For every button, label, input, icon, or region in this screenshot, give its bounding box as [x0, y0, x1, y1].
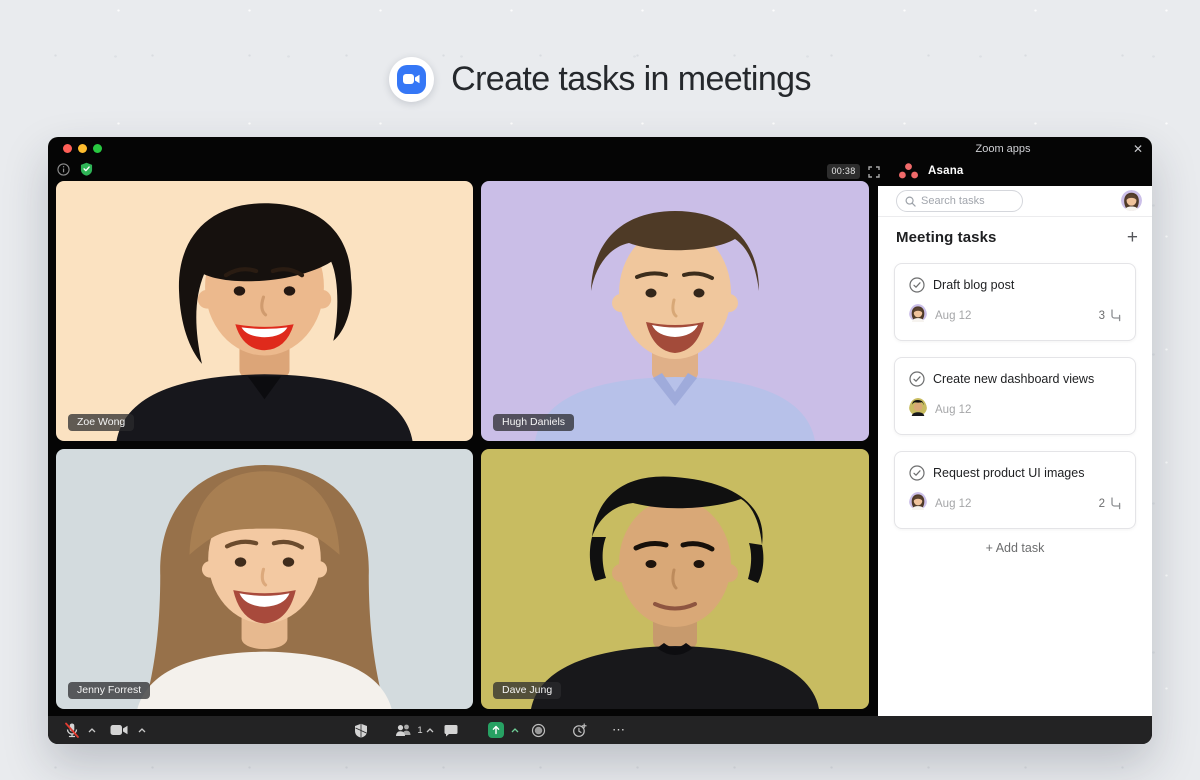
add-task-button[interactable]: + Add task — [878, 541, 1152, 555]
task-due-date: Aug 12 — [935, 498, 971, 510]
more-options-icon[interactable]: ⋯ — [608, 716, 630, 744]
zoom-camera-icon — [397, 65, 426, 94]
close-window-button[interactable] — [63, 144, 72, 153]
zoom-app-icon — [389, 57, 434, 102]
record-icon[interactable] — [529, 716, 547, 744]
asana-app-name: Asana — [928, 165, 964, 177]
search-icon — [905, 196, 916, 207]
subtask-number: 3 — [1099, 310, 1105, 322]
task-card[interactable]: Request product UI images Aug 12 2 — [894, 451, 1136, 529]
zoom-meeting-window: 00:38 Zoom apps ✕ Asana Zoe Wong — [48, 137, 1152, 744]
search-tasks-field[interactable] — [896, 190, 1023, 212]
chat-icon[interactable] — [442, 716, 460, 744]
asana-panel: Meeting tasks + Draft blog post Aug 12 3 — [878, 186, 1152, 716]
video-tile-hugh[interactable]: Hugh Daniels — [481, 181, 869, 441]
video-options-chevron-icon[interactable] — [136, 716, 148, 744]
search-input[interactable] — [921, 195, 1007, 207]
hugh-portrait — [481, 181, 869, 441]
meeting-tasks-header: Meeting tasks + — [896, 229, 1138, 246]
video-tile-zoe[interactable]: Zoe Wong — [56, 181, 473, 441]
video-tile-jenny[interactable]: Jenny Forrest — [56, 449, 473, 709]
security-shield-icon[interactable] — [352, 716, 370, 744]
dave-portrait — [481, 449, 869, 709]
asana-app-header: Asana — [898, 160, 964, 182]
task-card[interactable]: Draft blog post Aug 12 3 — [894, 263, 1136, 341]
task-check-icon[interactable] — [909, 371, 925, 387]
task-title: Draft blog post — [933, 278, 1014, 292]
participant-name-label: Dave Jung — [493, 682, 561, 699]
panel-search-row — [878, 186, 1152, 217]
subtask-icon — [1109, 309, 1123, 322]
participant-name-label: Hugh Daniels — [493, 414, 574, 431]
participant-name-label: Zoe Wong — [68, 414, 134, 431]
share-options-chevron-icon[interactable] — [509, 716, 521, 744]
close-panel-icon[interactable]: ✕ — [1128, 139, 1148, 159]
task-check-icon[interactable] — [909, 277, 925, 293]
fullscreen-icon[interactable] — [866, 164, 881, 179]
assignee-avatar — [909, 304, 927, 327]
participants-count: 1 — [416, 716, 424, 744]
meeting-timer: 00:38 — [827, 164, 860, 179]
task-due-date: Aug 12 — [935, 310, 971, 322]
subtask-icon — [1109, 497, 1123, 510]
assignee-avatar — [909, 398, 927, 421]
zoom-apps-header: Zoom apps — [878, 143, 1128, 155]
add-task-plus-icon[interactable]: + — [1127, 230, 1138, 246]
meeting-toolbar: 1 ⋯ — [48, 716, 1152, 744]
meeting-info-icon[interactable] — [57, 163, 70, 181]
video-tile-dave[interactable]: Dave Jung — [481, 449, 869, 709]
mute-microphone-icon[interactable] — [62, 716, 82, 744]
maximize-window-button[interactable] — [93, 144, 102, 153]
encryption-shield-icon[interactable] — [80, 162, 93, 181]
subtask-count: 3 — [1099, 309, 1123, 322]
page-title: Create tasks in meetings — [451, 60, 811, 99]
task-check-icon[interactable] — [909, 465, 925, 481]
participant-name-label: Jenny Forrest — [68, 682, 150, 699]
window-controls — [63, 144, 102, 153]
asana-logo-icon — [898, 162, 919, 180]
subtask-count: 2 — [1099, 497, 1123, 510]
task-title: Create new dashboard views — [933, 372, 1094, 386]
user-avatar[interactable] — [1121, 190, 1142, 211]
task-due-date: Aug 12 — [935, 404, 971, 416]
task-card[interactable]: Create new dashboard views Aug 12 — [894, 357, 1136, 435]
participants-chevron-icon[interactable] — [424, 716, 436, 744]
assignee-avatar — [909, 492, 927, 515]
section-title: Meeting tasks — [896, 229, 997, 246]
mic-options-chevron-icon[interactable] — [86, 716, 98, 744]
participants-icon[interactable] — [394, 716, 414, 744]
minimize-window-button[interactable] — [78, 144, 87, 153]
page-header: Create tasks in meetings — [0, 48, 1200, 110]
apps-icon[interactable] — [570, 716, 588, 744]
zoe-portrait — [56, 181, 473, 441]
subtask-number: 2 — [1099, 498, 1105, 510]
task-title: Request product UI images — [933, 466, 1084, 480]
share-screen-button[interactable] — [487, 716, 505, 744]
jenny-portrait — [56, 449, 473, 709]
share-screen-icon — [488, 722, 504, 738]
video-camera-icon[interactable] — [108, 716, 130, 744]
